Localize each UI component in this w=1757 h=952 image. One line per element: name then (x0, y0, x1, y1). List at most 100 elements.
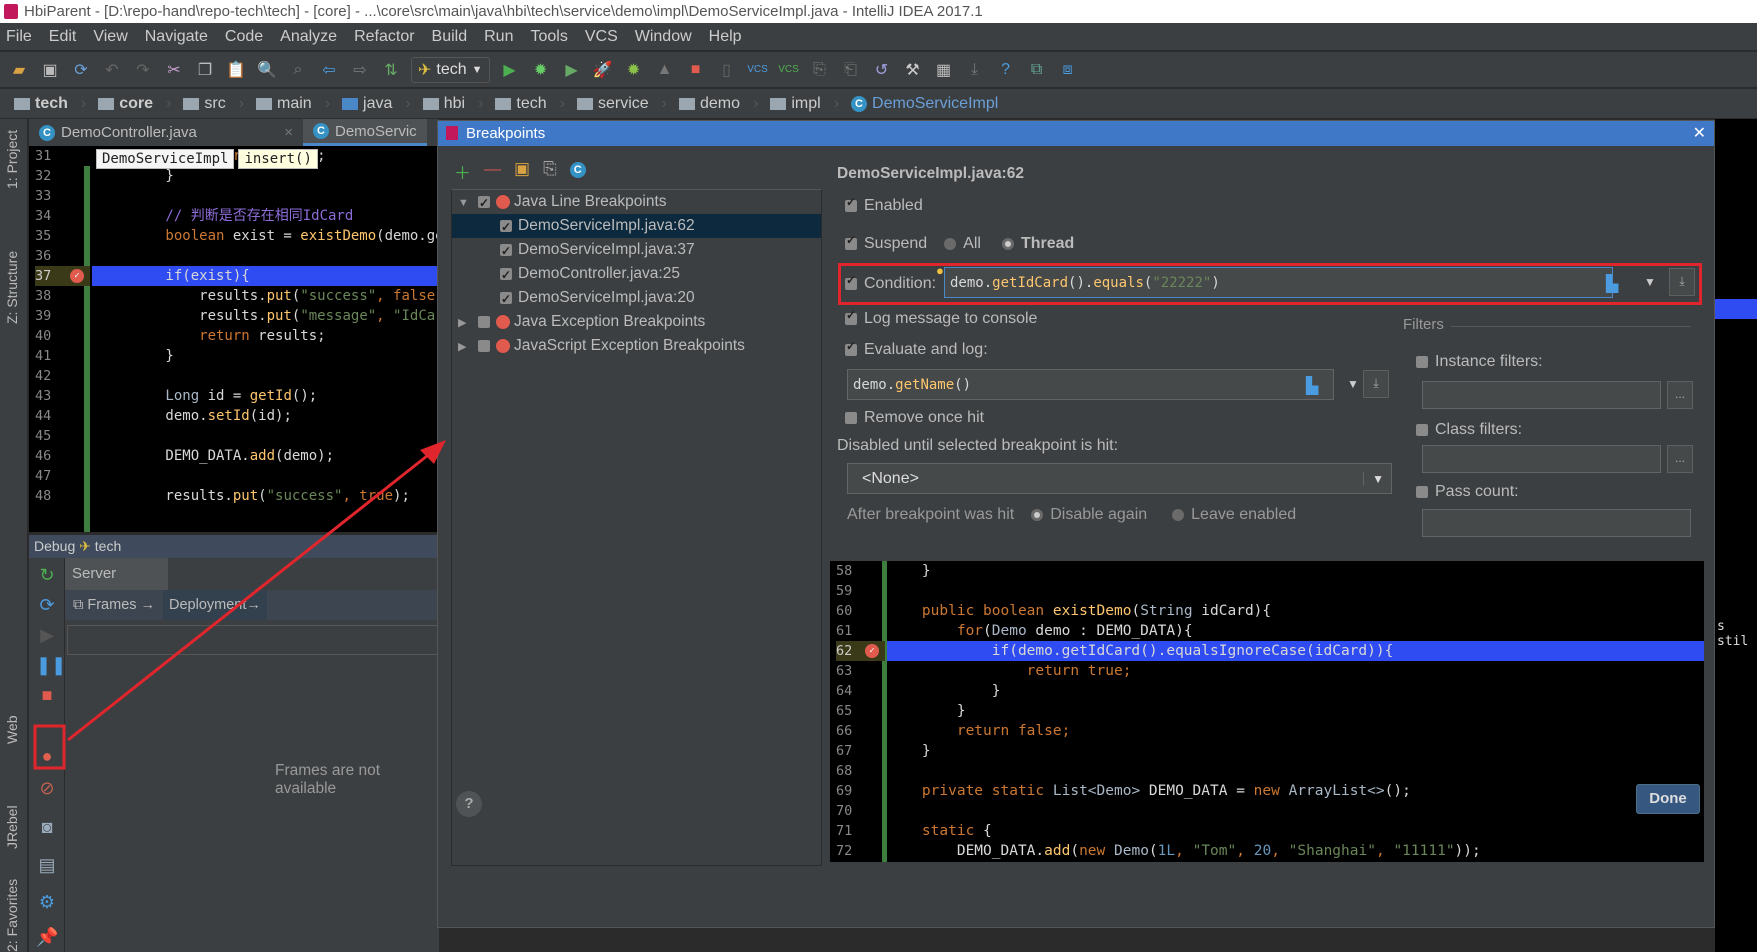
tab-democontroller[interactable]: C DemoController.java × (29, 119, 303, 146)
group-by-file-icon[interactable]: ⎘ (543, 159, 557, 184)
resume-icon[interactable]: ▶ (36, 624, 58, 646)
breakpoint-checkbox[interactable] (500, 239, 512, 263)
breakpoint-item[interactable]: DemoServiceImpl.java:37 (452, 238, 821, 263)
breakpoint-group[interactable]: ▶ Java Exception Breakpoints (452, 310, 821, 334)
breakpoint-checkbox[interactable] (478, 339, 490, 352)
menu-help[interactable]: Help (709, 28, 742, 46)
structure-tool-button[interactable]: Z: Structure (4, 251, 20, 324)
thread-selector[interactable] (67, 625, 439, 655)
close-icon[interactable]: ✕ (1693, 121, 1706, 146)
refresh-icon[interactable]: ⟳ (36, 594, 58, 616)
project-tool-button[interactable]: 1: Project (4, 130, 20, 189)
done-button[interactable]: Done (1636, 784, 1700, 814)
crumb-class[interactable]: DemoServiceImpl (96, 149, 235, 169)
mute-breakpoints-icon[interactable]: ⊘ (36, 777, 58, 799)
code-fragment-icon[interactable]: ▙ (1306, 376, 1318, 396)
instance-filters-more-button[interactable]: ... (1667, 381, 1693, 409)
checkbox[interactable] (845, 339, 857, 356)
debug-config-name[interactable]: tech (95, 538, 121, 554)
jrebel-run-icon[interactable]: 🚀 (592, 59, 614, 81)
redo-icon[interactable]: ↷ (132, 59, 154, 81)
settings-gear-icon[interactable]: ⚙ (36, 891, 58, 913)
class-filters-input[interactable] (1422, 445, 1661, 473)
breadcrumb-item[interactable]: core › (94, 95, 179, 113)
evaluate-checkbox[interactable]: Evaluate and log: (845, 339, 988, 359)
profiler-icon[interactable]: ▲ (654, 59, 676, 81)
help-icon[interactable]: ? (995, 59, 1017, 81)
menu-edit[interactable]: Edit (49, 28, 77, 46)
breadcrumb-item[interactable]: C DemoServiceImpl (847, 95, 1006, 113)
disable-again-radio[interactable] (1031, 509, 1044, 521)
checkbox[interactable] (845, 195, 857, 212)
menu-run[interactable]: Run (484, 28, 513, 46)
frames-tab[interactable]: ⧉ Frames → (65, 597, 163, 613)
save-icon[interactable]: ▣ (39, 59, 61, 81)
breakpoint-item[interactable]: DemoServiceImpl.java:62 (452, 214, 821, 239)
history-icon[interactable]: ⎗ (840, 59, 862, 81)
menu-view[interactable]: View (93, 28, 127, 46)
breadcrumb-item[interactable]: main › (252, 95, 338, 113)
checkbox[interactable] (1416, 356, 1428, 368)
undo-icon[interactable]: ↶ (101, 59, 123, 81)
breakpoint-group[interactable]: ▶ JavaScript Exception Breakpoints (452, 334, 821, 358)
breakpoint-checkbox[interactable] (478, 315, 490, 328)
breakpoint-item[interactable]: DemoServiceImpl.java:20 (452, 286, 821, 311)
cut-icon[interactable]: ✂ (163, 59, 185, 81)
log-message-checkbox[interactable]: Log message to console (845, 308, 1037, 328)
debug-icon[interactable]: ✹ (530, 59, 552, 81)
revert-icon[interactable]: ↺ (871, 59, 893, 81)
web-tool-button[interactable]: Web (4, 715, 20, 744)
checkbox[interactable] (1416, 486, 1428, 498)
settings-icon[interactable]: ⚒ (902, 59, 924, 81)
expand-down-icon[interactable]: ▼ (458, 191, 478, 215)
forward-icon[interactable]: ⇨ (349, 59, 371, 81)
build-icon[interactable]: ⇅ (380, 59, 402, 81)
breakpoint-icon[interactable]: ✓ (70, 269, 84, 283)
expand-right-icon[interactable]: ▶ (458, 311, 478, 335)
expand-evaluate-button[interactable]: ⤓ (1363, 370, 1389, 398)
remove-icon[interactable]: — (484, 159, 501, 184)
class-filters-more-button[interactable]: ... (1667, 445, 1693, 473)
sdk-download-icon[interactable]: ⤓ (964, 59, 986, 81)
pass-count-input[interactable] (1422, 509, 1691, 537)
expand-right-icon[interactable]: ▶ (458, 335, 478, 359)
breakpoint-checkbox[interactable] (500, 287, 512, 311)
breadcrumb-item[interactable]: demo › (675, 95, 766, 113)
group-folder-icon[interactable]: ▣ (514, 159, 530, 184)
breadcrumb-item[interactable]: java › (338, 95, 419, 113)
find-icon[interactable]: 🔍 (256, 59, 278, 81)
project-structure-icon[interactable]: ▦ (933, 59, 955, 81)
menu-refactor[interactable]: Refactor (354, 28, 414, 46)
help-button[interactable]: ? (456, 791, 482, 817)
pass-count-checkbox[interactable]: Pass count: (1416, 483, 1519, 501)
checkbox[interactable] (845, 308, 857, 325)
checkbox[interactable] (1416, 424, 1428, 436)
add-icon[interactable]: ＋ (454, 159, 471, 184)
jrebel-panel-icon[interactable]: ⧈ (1057, 59, 1079, 81)
camera-icon[interactable]: ◙ (36, 816, 58, 838)
paste-icon[interactable]: 📋 (225, 59, 247, 81)
favorites-tool-button[interactable]: 2: Favorites (4, 879, 20, 952)
jrebel-debug-icon[interactable]: ✹ (623, 59, 645, 81)
view-breakpoints-icon[interactable]: ● (36, 745, 58, 767)
server-tab[interactable]: Server (65, 558, 168, 590)
close-icon[interactable]: × (284, 124, 293, 141)
deployment-tab[interactable]: Deployment→ (163, 590, 267, 620)
pause-icon[interactable]: ❚❚ (36, 654, 66, 676)
jrebel-tool-button[interactable]: JRebel (4, 805, 20, 849)
breakpoint-group[interactable]: ▼ Java Line Breakpoints (452, 190, 821, 215)
breakpoint-item[interactable]: DemoController.java:25 (452, 262, 821, 287)
crumb-method[interactable]: insert() (238, 149, 318, 169)
breadcrumb-item[interactable]: hbi › (419, 95, 492, 113)
back-icon[interactable]: ⇦ (318, 59, 340, 81)
breadcrumb-item[interactable]: impl › (766, 95, 847, 113)
remove-once-hit-checkbox[interactable]: Remove once hit (845, 409, 984, 427)
evaluate-input[interactable]: demo.getName() (847, 369, 1334, 400)
menu-file[interactable]: File (6, 28, 32, 46)
breakpoint-checkbox[interactable] (500, 263, 512, 287)
rerun-icon[interactable]: ↻ (36, 564, 58, 586)
all-radio[interactable] (944, 238, 957, 250)
run-icon[interactable]: ▶ (499, 59, 521, 81)
run-config-select[interactable]: ✈ tech ▼ (411, 56, 490, 83)
copy-icon[interactable]: ❐ (194, 59, 216, 81)
